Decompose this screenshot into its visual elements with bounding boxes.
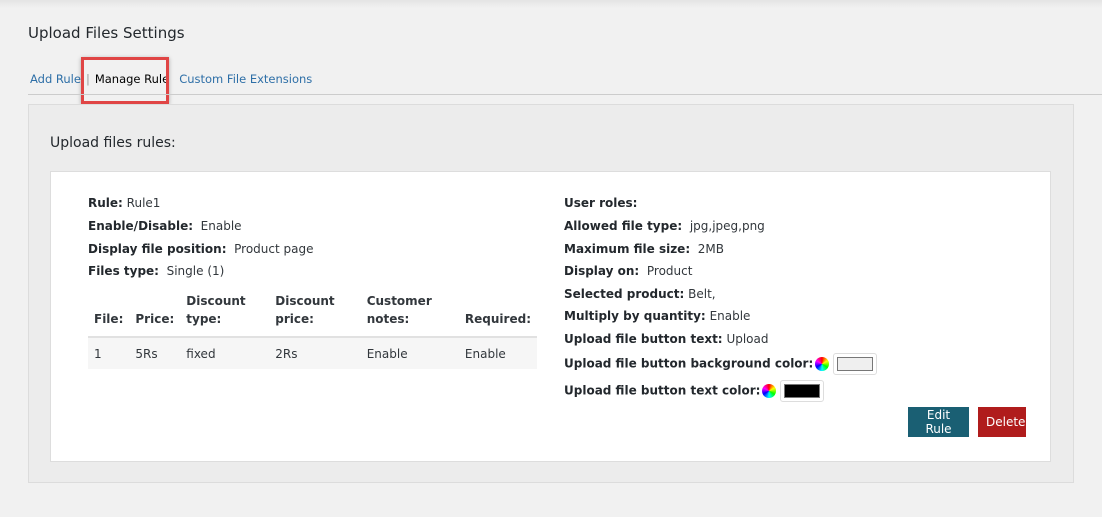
value: Enable [200,219,242,233]
cell-discount-price: 2Rs [269,337,361,369]
label: Display on: [564,264,640,278]
cell-file: 1 [88,337,130,369]
tab-custom-file-extensions[interactable]: Custom File Extensions [179,72,312,86]
user-roles: User roles: [564,196,637,210]
multiply-by-quantity: Multiply by quantity: Enable [564,309,750,323]
tab-bar: Add Rule | Manage Rule Custom File Exten… [30,72,312,86]
col-required: Required: [458,292,537,338]
col-customer-notes: Customer notes: [360,292,459,338]
enable-disable: Enable/Disable: Enable [88,219,242,233]
col-discount-type: Discount type: [180,292,270,338]
tab-add-rule[interactable]: Add Rule [30,72,81,86]
value: Rule1 [126,196,161,210]
value: Belt, [688,287,716,301]
maximum-file-size: Maximum file size: 2MB [564,242,724,256]
cell-required: Enable [458,337,537,369]
label: Upload file button text: [564,332,723,346]
col-discount-price: Discount price: [269,292,361,338]
cell-discount-type: fixed [180,337,270,369]
value: Single (1) [166,264,225,278]
label: Allowed file type: [564,219,683,233]
top-shadow [0,0,1102,8]
tab-divider [28,94,1102,95]
selected-product: Selected product: Belt, [564,287,716,301]
cell-price: 5Rs [129,337,181,369]
label: Maximum file size: [564,242,691,256]
files-type: Files type: Single (1) [88,264,224,278]
delete-button[interactable]: Delete [978,407,1026,437]
cell-customer-notes: Enable [360,337,459,369]
value: Enable [709,309,751,323]
page-title: Upload Files Settings [28,24,185,42]
edit-rule-button[interactable]: Edit Rule [908,407,969,437]
text-color-swatch [780,380,825,402]
label: User roles: [564,196,638,210]
label: Rule: [88,196,123,210]
rule-name: Rule: Rule1 [88,196,160,210]
display-on: Display on: Product [564,264,692,278]
bg-color-swatch [833,353,878,375]
value: Product page [234,242,314,256]
highlight-box [81,57,169,104]
section-title: Upload files rules: [50,135,176,151]
table-row: 1 5Rs fixed 2Rs Enable Enable [88,337,537,369]
label: Files type: [88,264,159,278]
value: Product [646,264,693,278]
upload-button-text-color: Upload file button text color: [564,380,825,402]
value: 2MB [697,242,724,256]
files-table: File: Price: Discount type: Discount pri… [88,292,537,369]
allowed-file-type: Allowed file type: jpg,jpeg,png [564,219,765,233]
upload-button-bg-color: Upload file button background color: [564,353,878,375]
color-wheel-icon [762,384,777,398]
label: Enable/Disable: [88,219,194,233]
display-file-position: Display file position: Product page [88,242,314,256]
label: Multiply by quantity: [564,309,706,323]
col-file: File: [88,292,130,338]
label: Upload file button text color: [564,383,761,398]
color-wheel-icon [815,357,830,371]
upload-button-text: Upload file button text: Upload [564,332,768,346]
label: Display file position: [88,242,227,256]
label: Selected product: [564,287,685,301]
value: jpg,jpeg,png [689,219,765,233]
value: Upload [726,332,769,346]
col-price: Price: [129,292,181,338]
label: Upload file button background color: [564,356,814,371]
